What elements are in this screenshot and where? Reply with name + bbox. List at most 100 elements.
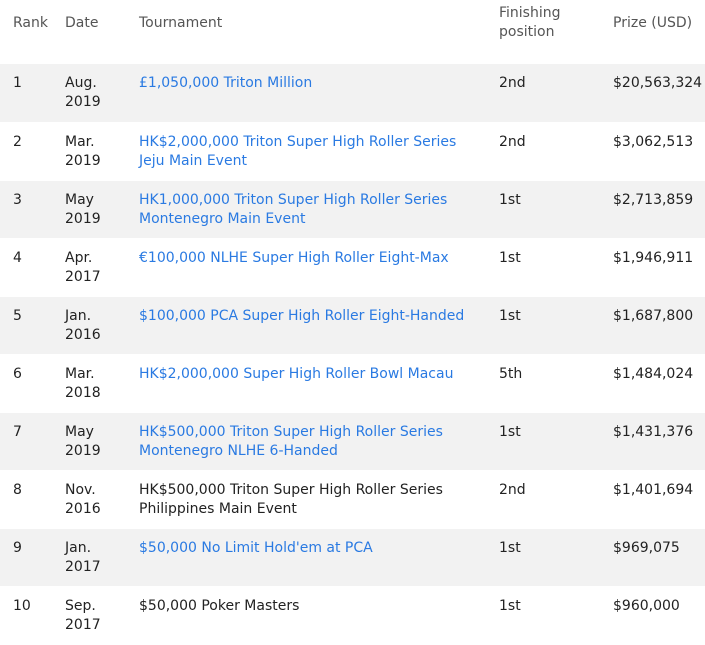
cell-tournament: $50,000 No Limit Hold'em at PCA <box>126 528 486 587</box>
tournament-link[interactable]: HK$2,000,000 Super High Roller Bowl Maca… <box>139 366 453 382</box>
cell-rank: 4 <box>0 238 52 297</box>
table-row: 10 Sep. 2017 $50,000 Poker Masters 1st $960,… <box>0 586 705 645</box>
results-table: Rank Date Tournament Finishing position … <box>0 0 705 645</box>
tournament-link[interactable]: €100,000 NLHE Super High Roller Eight-Ma… <box>139 250 449 266</box>
cell-finishing-position-text: 1st <box>499 597 521 614</box>
header-prize[interactable]: Prize (USD) <box>600 0 705 64</box>
cell-date-text: Nov. 2016 <box>65 481 101 517</box>
cell-rank: 7 <box>0 412 52 471</box>
cell-prize-text: $20,563,324 <box>613 75 703 91</box>
cell-rank: 5 <box>0 296 52 355</box>
cell-prize: $1,946,911 <box>600 238 705 297</box>
cell-date-text: Jan. 2017 <box>65 539 101 575</box>
cell-date: May 2019 <box>52 180 126 239</box>
cell-date: Nov. 2016 <box>52 470 126 529</box>
cell-finishing-position: 2nd <box>486 470 600 529</box>
tournament-link[interactable]: $100,000 PCA Super High Roller Eight-Han… <box>139 308 464 324</box>
cell-prize-text: $1,946,911 <box>613 249 694 266</box>
cell-rank-text: 2 <box>13 133 22 150</box>
cell-finishing-position-text: 1st <box>499 249 521 266</box>
cell-rank-text: 8 <box>13 481 22 498</box>
tournament-link[interactable]: £1,050,000 Triton Million <box>139 75 312 91</box>
cell-prize: $20,563,324 <box>600 64 705 123</box>
cell-prize: $1,484,024 <box>600 354 705 413</box>
cell-date-text: Mar. 2018 <box>65 365 101 401</box>
cell-finishing-position: 1st <box>486 296 600 355</box>
cell-prize: $3,062,513 <box>600 122 705 181</box>
cell-date-text: Mar. 2019 <box>65 133 101 169</box>
cell-rank: 9 <box>0 528 52 587</box>
header-date[interactable]: Date <box>52 0 126 64</box>
header-tournament[interactable]: Tournament <box>126 0 486 64</box>
cell-rank-text: 3 <box>13 191 22 208</box>
cell-date: Mar. 2019 <box>52 122 126 181</box>
cell-date: Jan. 2017 <box>52 528 126 587</box>
cell-rank: 1 <box>0 64 52 123</box>
header-finishing-position[interactable]: Finishing position <box>486 0 600 64</box>
cell-finishing-position-text: 1st <box>499 539 521 556</box>
table-body: 1 Aug. 2019 £1,050,000 Triton Million 2nd $2… <box>0 64 705 645</box>
tournament-name: HK$500,000 Triton Super High Roller Seri… <box>139 481 443 517</box>
table-row: 5 Jan. 2016 $100,000 PCA Super High Roller… <box>0 296 705 355</box>
cell-rank-text: 9 <box>13 539 22 556</box>
tournament-link[interactable]: $50,000 No Limit Hold'em at PCA <box>139 540 373 556</box>
cell-rank: 2 <box>0 122 52 181</box>
cell-date: Sep. 2017 <box>52 586 126 645</box>
cell-finishing-position-text: 2nd <box>499 133 526 150</box>
cell-finishing-position: 1st <box>486 412 600 471</box>
cell-tournament: HK$2,000,000 Super High Roller Bowl Maca… <box>126 354 486 413</box>
table-header: Rank Date Tournament Finishing position … <box>0 0 705 64</box>
cell-rank-text: 4 <box>13 249 22 266</box>
cell-rank-text: 6 <box>13 365 22 382</box>
cell-date-text: May 2019 <box>65 423 101 459</box>
table-row: 6 Mar. 2018 HK$2,000,000 Super High Roller… <box>0 354 705 413</box>
cell-prize-text: $1,431,376 <box>613 423 694 440</box>
cell-date-text: Jan. 2016 <box>65 307 101 343</box>
cell-tournament: HK1,000,000 Triton Super High Roller Ser… <box>126 180 486 239</box>
cell-finishing-position-text: 2nd <box>499 75 526 91</box>
cell-tournament: HK$500,000 Triton Super High Roller Seri… <box>126 412 486 471</box>
cell-prize-text: $1,401,694 <box>613 481 694 498</box>
cell-finishing-position: 1st <box>486 180 600 239</box>
table-row: 1 Aug. 2019 £1,050,000 Triton Million 2nd $2… <box>0 64 705 123</box>
cell-date: Mar. 2018 <box>52 354 126 413</box>
cell-tournament: $100,000 PCA Super High Roller Eight-Han… <box>126 296 486 355</box>
tournament-name: $50,000 Poker Masters <box>139 597 300 614</box>
tournament-link[interactable]: HK1,000,000 Triton Super High Roller Ser… <box>139 192 447 227</box>
cell-rank-text: 7 <box>13 423 22 440</box>
cell-prize-text: $1,484,024 <box>613 365 694 382</box>
cell-finishing-position: 5th <box>486 354 600 413</box>
cell-tournament: $50,000 Poker Masters <box>126 586 486 645</box>
cell-tournament: £1,050,000 Triton Million <box>126 64 486 123</box>
cell-finishing-position-text: 1st <box>499 191 521 208</box>
cell-prize-text: $1,687,800 <box>613 307 694 324</box>
table-row: 8 Nov. 2016 HK$500,000 Triton Super High R… <box>0 470 705 529</box>
cell-prize: $2,713,859 <box>600 180 705 239</box>
cell-date-text: Aug. 2019 <box>65 75 101 110</box>
cell-date: Jan. 2016 <box>52 296 126 355</box>
cell-finishing-position-text: 2nd <box>499 481 526 498</box>
table-row: 2 Mar. 2019 HK$2,000,000 Triton Super High… <box>0 122 705 181</box>
cell-rank: 8 <box>0 470 52 529</box>
header-rank[interactable]: Rank <box>0 0 52 64</box>
cell-rank: 3 <box>0 180 52 239</box>
cell-tournament: €100,000 NLHE Super High Roller Eight-Ma… <box>126 238 486 297</box>
cell-date-text: May 2019 <box>65 191 101 227</box>
table-row: 9 Jan. 2017 $50,000 No Limit Hold'em at PC… <box>0 528 705 587</box>
cell-prize: $960,000 <box>600 586 705 645</box>
cell-date-text: Apr. 2017 <box>65 249 101 285</box>
cell-prize-text: $969,075 <box>613 539 680 556</box>
cell-tournament: HK$2,000,000 Triton Super High Roller Se… <box>126 122 486 181</box>
cell-rank-text: 10 <box>13 597 31 614</box>
table-row: 3 May 2019 HK1,000,000 Triton Super High R… <box>0 180 705 239</box>
cell-finishing-position: 1st <box>486 586 600 645</box>
cell-date: Apr. 2017 <box>52 238 126 297</box>
table-row: 4 Apr. 2017 €100,000 NLHE Super High Rolle… <box>0 238 705 297</box>
cell-prize: $1,431,376 <box>600 412 705 471</box>
tournament-link[interactable]: HK$500,000 Triton Super High Roller Seri… <box>139 424 443 459</box>
tournament-link[interactable]: HK$2,000,000 Triton Super High Roller Se… <box>139 134 456 169</box>
cell-finishing-position: 1st <box>486 528 600 587</box>
cell-finishing-position: 2nd <box>486 122 600 181</box>
cell-prize: $1,401,694 <box>600 470 705 529</box>
table-row: 7 May 2019 HK$500,000 Triton Super High Ro… <box>0 412 705 471</box>
